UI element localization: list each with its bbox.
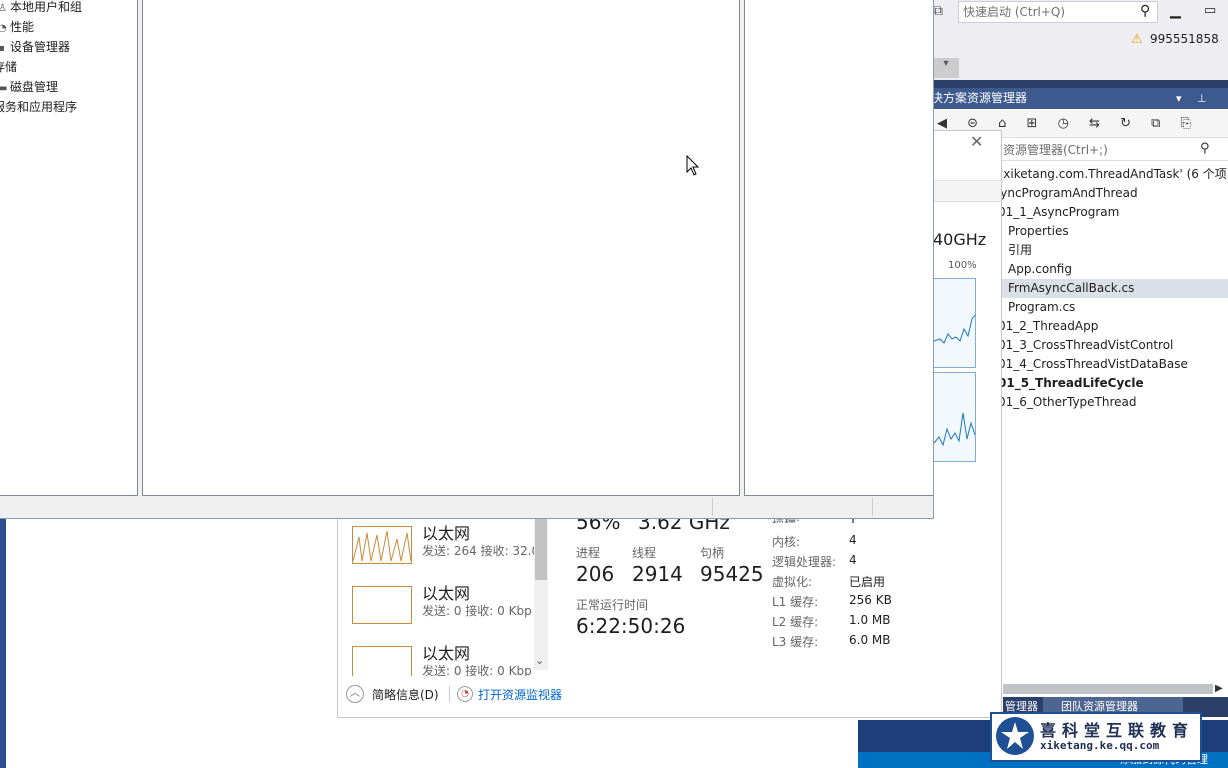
cpu-graph — [933, 278, 976, 368]
spec-key: L3 缓存: — [772, 635, 819, 649]
spec-key: 逻辑处理器: — [772, 555, 837, 569]
spec-value: 已启用 — [849, 575, 886, 589]
tree-item-folder[interactable]: syncProgramAndThread — [994, 184, 1138, 203]
tree-node-performance[interactable]: ◔ 性能 — [0, 17, 34, 37]
handles-value: 95425 — [700, 562, 764, 586]
spec-value: 6.0 MB — [849, 633, 891, 647]
tree-item-startup-project[interactable]: 01_5_ThreadLifeCycle — [998, 374, 1144, 393]
tree-item-project[interactable]: 01_2_ThreadApp — [998, 317, 1098, 336]
tree-item-appconfig[interactable]: App.config — [1008, 260, 1072, 279]
spec-value: 4 — [849, 533, 857, 547]
maximize-button[interactable]: ▭ — [1204, 3, 1216, 18]
uptime-value: 6:22:50:26 — [576, 614, 686, 638]
spec-key: 内核: — [772, 535, 801, 549]
tree-node-device-manager[interactable]: ▪ 设备管理器 — [0, 37, 70, 57]
search-icon[interactable]: ⚲ — [1200, 141, 1210, 156]
scroll-down-icon[interactable]: ⌄ — [535, 654, 544, 667]
tree-node-services-apps[interactable]: 服务和应用程序 — [0, 97, 77, 117]
center-pane[interactable] — [142, 0, 740, 496]
scroll-right-icon[interactable]: ▶ — [1215, 683, 1223, 694]
tree-item-project[interactable]: 01_3_CrossThreadVistControl — [998, 336, 1173, 355]
network-thumbnail — [352, 526, 412, 564]
quick-launch-input[interactable]: 快速启动 (Ctrl+Q) — [958, 1, 1158, 23]
solution-tree: 'xiketang.com.ThreadAndTask' (6 个项目 sync… — [994, 165, 1228, 685]
resource-monitor-icon[interactable]: ◔ — [457, 686, 473, 702]
status-divider — [712, 498, 713, 516]
tree-item-selected-file[interactable]: FrmAsyncCallBack.cs — [1000, 279, 1228, 298]
close-icon[interactable]: ✕ — [970, 132, 983, 151]
network-item[interactable]: 以太网 发送: 0 接收: 0 Kbp — [352, 580, 542, 630]
spec-value: 256 KB — [849, 593, 892, 607]
spec-key: L1 缓存: — [772, 595, 819, 609]
footer-divider — [449, 686, 450, 702]
desktop-edge — [0, 515, 6, 768]
tree-node-disk-management[interactable]: ▬ 磁盘管理 — [0, 77, 58, 97]
cpu-model-speed: 40GHz — [933, 230, 987, 249]
tree-node-local-users[interactable]: ♙ 本地用户和组 — [0, 0, 82, 17]
network-thumbnail — [352, 646, 412, 676]
scrollbar-thumb[interactable] — [535, 518, 547, 580]
device-icon: ▪ — [0, 43, 5, 54]
processes-label: 进程 — [576, 546, 601, 560]
actions-pane[interactable] — [744, 0, 933, 496]
tree-item-properties[interactable]: Properties — [1008, 222, 1069, 241]
overflow-tab[interactable]: ▾ — [933, 58, 959, 78]
task-manager-header — [933, 180, 1001, 202]
network-item[interactable]: 以太网 发送: 264 接收: 32.0 — [352, 520, 542, 570]
search-icon[interactable]: ⚲ — [1140, 3, 1150, 19]
horizontal-scrollbar[interactable] — [1003, 684, 1213, 694]
tree-node-storage[interactable]: 存储 — [0, 57, 17, 77]
network-item[interactable]: 以太网 发送: 0 接收: 0 Kbp — [352, 640, 542, 676]
open-resource-monitor-link[interactable]: 打开资源监视器 — [478, 686, 562, 703]
spec-key: L2 缓存: — [772, 615, 819, 629]
minimize-button[interactable]: ▁ — [1170, 3, 1181, 19]
network-name: 以太网 — [422, 644, 471, 663]
watermark-logo-icon — [996, 717, 1034, 755]
tree-item-project[interactable]: 01_1_AsyncProgram — [998, 203, 1119, 222]
tree-item-program[interactable]: Program.cs — [1008, 298, 1075, 317]
uptime-label: 正常运行时间 — [576, 598, 649, 612]
status-divider — [872, 498, 873, 516]
network-rate: 发送: 0 接收: 0 Kbp — [422, 604, 532, 618]
mouse-cursor-icon — [686, 154, 700, 180]
spec-key: 虚拟化: — [772, 575, 813, 589]
network-rate: 发送: 264 接收: 32.0 — [422, 544, 540, 558]
cpu-graph — [933, 372, 976, 462]
spec-value: 1.0 MB — [849, 613, 891, 627]
warning-icon: ⚠ — [1131, 32, 1143, 47]
disk-icon: ▬ — [0, 83, 8, 94]
account-name[interactable]: 995551858 — [1150, 32, 1219, 46]
fewer-details-button[interactable]: 简略信息(D) — [372, 686, 439, 703]
threads-value: 2914 — [632, 562, 683, 586]
watermark-title: 喜科堂互联教育 — [1040, 721, 1195, 740]
handles-label: 句柄 — [700, 546, 725, 560]
network-rate: 发送: 0 接收: 0 Kbp — [422, 664, 532, 676]
network-thumbnail — [352, 586, 412, 624]
network-name: 以太网 — [422, 524, 471, 543]
project-icon[interactable]: ⧉ — [933, 3, 943, 19]
watermark-url: xiketang.ke.qq.com — [1040, 739, 1160, 752]
chevron-up-icon[interactable]: ︿ — [346, 685, 364, 703]
performance-icon: ◔ — [0, 23, 7, 34]
console-tree: ♙本地用户和组 ◔性能 ▪设备管理器 存储 ▬磁盘管理 服务和应用程序 — [0, 0, 138, 496]
tree-item-references[interactable]: 引用 — [1008, 241, 1032, 260]
graph-max-label: 100% — [948, 260, 977, 271]
vs-divider — [933, 80, 1228, 88]
tree-item-solution[interactable]: 'xiketang.com.ThreadAndTask' (6 个项目 — [1000, 165, 1228, 184]
tree-item-project[interactable]: 01_6_OtherTypeThread — [998, 393, 1137, 412]
tree-item-project[interactable]: 01_4_CrossThreadVistDataBase — [998, 355, 1188, 374]
threads-label: 线程 — [632, 546, 657, 560]
spec-value: 4 — [849, 553, 857, 567]
network-name: 以太网 — [422, 584, 471, 603]
processes-value: 206 — [576, 562, 615, 586]
